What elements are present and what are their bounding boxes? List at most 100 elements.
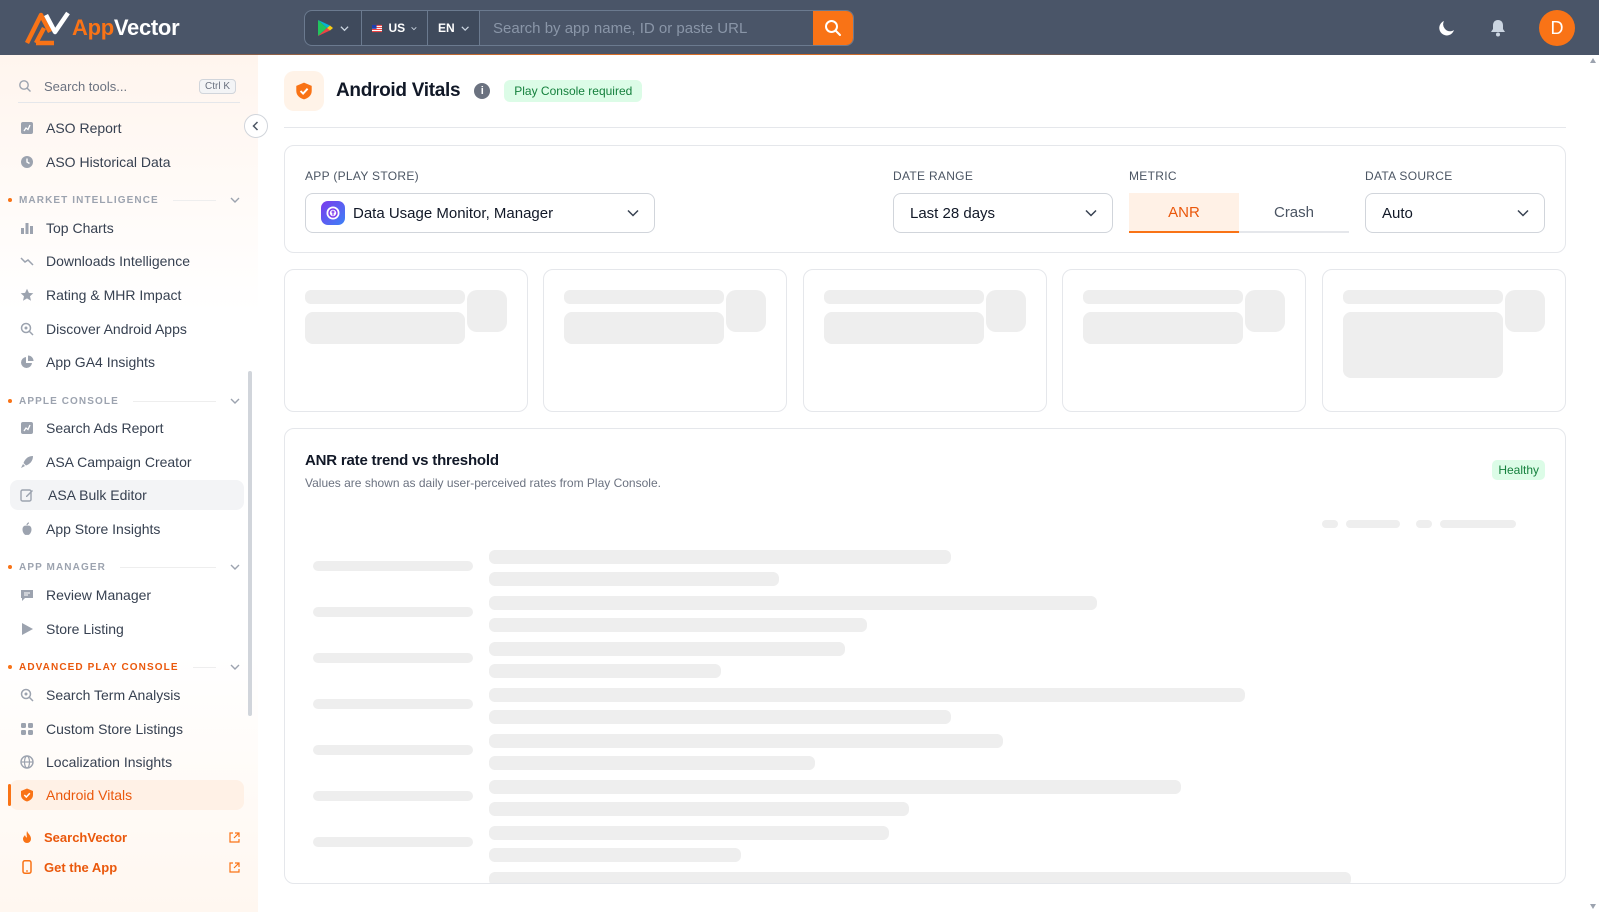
sidebar-item-android-vitals[interactable]: Android Vitals <box>8 780 244 810</box>
filters-panel: APP (PLAY STORE) Data Usage Monitor, Man… <box>284 145 1566 253</box>
skeleton-bar <box>489 596 1097 610</box>
link-searchvector[interactable]: SearchVector <box>20 826 240 848</box>
app-search-bar: US EN <box>304 10 854 46</box>
app-search-input[interactable] <box>480 11 813 45</box>
skeleton-legend <box>1416 520 1432 528</box>
sidebar-item-app-ga4-insights[interactable]: App GA4 Insights <box>10 347 244 377</box>
kpi-card-loading <box>1322 269 1566 412</box>
tool-search[interactable]: Search tools... Ctrl K <box>10 71 244 103</box>
section-apple-console[interactable]: APPLE CONSOLE <box>8 393 244 409</box>
sidebar-item-app-store-insights[interactable]: App Store Insights <box>10 514 244 544</box>
sidebar-item-asa-bulk-editor[interactable]: ASA Bulk Editor <box>10 480 244 510</box>
page-scrollbar[interactable] <box>1590 58 1596 909</box>
sidebar-item-aso-historical-data[interactable]: ASO Historical Data <box>10 147 244 177</box>
sidebar-item-label: Top Charts <box>46 220 114 236</box>
user-avatar[interactable]: D <box>1539 10 1575 46</box>
app-icon <box>321 201 345 225</box>
logo-text: AppVector <box>72 15 180 40</box>
us-flag-icon <box>372 24 383 32</box>
sidebar-item-label: Localization Insights <box>46 754 173 770</box>
globe-icon <box>20 755 34 769</box>
language-code: EN <box>438 21 455 35</box>
sidebar-item-rating-mhr-impact[interactable]: Rating & MHR Impact <box>10 280 244 310</box>
skeleton-line <box>1083 290 1243 304</box>
bar-chart-icon <box>20 221 34 235</box>
skeleton-bar <box>489 710 951 724</box>
search-button[interactable] <box>813 11 853 45</box>
kpi-card-loading <box>543 269 787 412</box>
metric-option-anr[interactable]: ANR <box>1129 193 1239 233</box>
chevron-down-icon <box>230 664 240 670</box>
metric-option-crash[interactable]: Crash <box>1239 193 1349 233</box>
message-icon <box>20 588 34 602</box>
info-icon[interactable]: i <box>474 83 491 99</box>
top-bar: AppVector US EN Search by app name, ID o… <box>0 0 1599 55</box>
page-header: Android Vitals i Play Console required <box>284 71 643 111</box>
app-select-value: Data Usage Monitor, Manager <box>353 204 554 222</box>
sidebar-item-label: Rating & MHR Impact <box>46 287 182 303</box>
country-selector[interactable]: US <box>362 11 428 45</box>
section-title: ADVANCED PLAY CONSOLE <box>19 661 179 673</box>
edit-icon <box>20 488 34 502</box>
sidebar-item-search-term-analysis[interactable]: Search Term Analysis <box>10 680 244 710</box>
skeleton-bar <box>489 642 845 656</box>
language-selector[interactable]: EN <box>428 11 480 45</box>
skeleton-icon <box>986 290 1026 332</box>
sidebar-item-review-manager[interactable]: Review Manager <box>10 580 244 610</box>
skeleton-line <box>305 290 465 304</box>
skeleton-row-label <box>313 699 473 709</box>
page-title: Android Vitals <box>336 80 461 101</box>
app-filter-label: APP (PLAY STORE) <box>305 169 419 183</box>
skeleton-bar <box>489 780 1181 794</box>
chevron-down-icon <box>411 26 417 30</box>
link-get-the-app[interactable]: Get the App <box>20 856 240 878</box>
sidebar-item-store-listing[interactable]: Store Listing <box>10 614 244 644</box>
skeleton-bar <box>489 848 741 862</box>
tool-search-placeholder: Search tools... <box>44 78 128 94</box>
app-logo[interactable]: AppVector <box>24 10 180 46</box>
sidebar-item-label: Custom Store Listings <box>46 721 183 737</box>
shield-icon <box>20 788 34 802</box>
sidebar-item-discover-android-apps[interactable]: Discover Android Apps <box>10 314 244 344</box>
section-title: APP MANAGER <box>19 561 106 573</box>
search-icon <box>825 20 841 36</box>
shield-icon <box>296 82 312 100</box>
sidebar-item-label: App GA4 Insights <box>46 354 155 370</box>
sidebar-scrollbar[interactable] <box>248 371 252 716</box>
kpi-card-loading <box>803 269 1047 412</box>
sidebar-item-label: Downloads Intelligence <box>46 253 190 269</box>
skeleton-legend <box>1346 520 1400 528</box>
bell-icon[interactable] <box>1489 18 1507 38</box>
section-market-intelligence[interactable]: MARKET INTELLIGENCE <box>8 192 244 208</box>
skeleton-row-label <box>313 837 473 847</box>
sidebar-item-label: Search Ads Report <box>46 420 164 436</box>
skeleton-bar <box>489 734 1003 748</box>
kpi-card-loading <box>284 269 528 412</box>
sidebar-item-aso-report[interactable]: ASO Report <box>10 113 244 143</box>
skeleton-block <box>564 312 724 344</box>
app-select[interactable]: Data Usage Monitor, Manager <box>305 193 655 233</box>
shortcut-hint: Ctrl K <box>199 78 236 94</box>
moon-icon[interactable] <box>1437 18 1457 38</box>
section-app-manager[interactable]: APP MANAGER <box>8 559 244 575</box>
sidebar-item-localization-insights[interactable]: Localization Insights <box>10 747 244 777</box>
trend-down-icon <box>20 254 34 268</box>
header-divider <box>284 127 1566 128</box>
store-selector[interactable] <box>305 11 362 45</box>
phone-icon <box>20 860 34 874</box>
date-range-select[interactable]: Last 28 days <box>893 193 1113 233</box>
sidebar-item-custom-store-listings[interactable]: Custom Store Listings <box>10 714 244 744</box>
sidebar-item-asa-campaign-creator[interactable]: ASA Campaign Creator <box>10 447 244 477</box>
skeleton-row-label <box>313 883 473 884</box>
collapse-sidebar-button[interactable] <box>244 114 268 138</box>
chevron-down-icon <box>1085 209 1097 217</box>
country-code: US <box>388 21 406 35</box>
sidebar-item-top-charts[interactable]: Top Charts <box>10 213 244 243</box>
skeleton-bar <box>489 826 889 840</box>
sidebar-item-search-ads-report[interactable]: Search Ads Report <box>10 413 244 443</box>
clock-icon <box>20 155 34 169</box>
external-link-icon <box>229 831 240 843</box>
data-source-select[interactable]: Auto <box>1365 193 1545 233</box>
section-advanced-play-console[interactable]: ADVANCED PLAY CONSOLE <box>8 659 244 675</box>
sidebar-item-downloads-intelligence[interactable]: Downloads Intelligence <box>10 246 244 276</box>
